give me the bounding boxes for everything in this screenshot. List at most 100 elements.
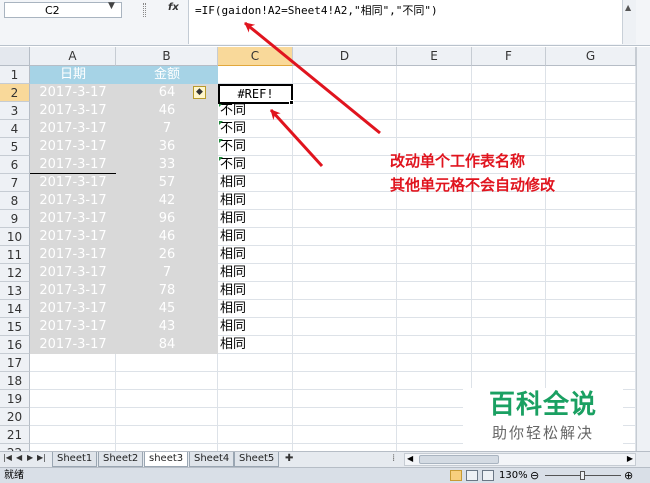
column-header-c[interactable]: C [218,47,293,66]
cell-c9[interactable]: 相同 [218,210,293,228]
formula-input[interactable]: =IF(gaidon!A2=Sheet4!A2,"相同","不同") ▲ [188,0,636,44]
cell-c3[interactable]: 不同 [218,102,293,120]
row-header-19[interactable]: 19 [0,390,30,408]
select-all-corner[interactable] [0,47,30,66]
first-sheet-icon[interactable]: |◀ [3,453,12,462]
row-header-11[interactable]: 11 [0,246,30,264]
cell-c15[interactable]: 相同 [218,318,293,336]
row-header-17[interactable]: 17 [0,354,30,372]
cell-c5[interactable]: 不同 [218,138,293,156]
zoom-out-icon[interactable]: ⊖ [530,468,539,483]
cell-b13[interactable]: 78 [116,282,218,300]
formula-bar-grip-icon[interactable] [143,3,146,17]
page-layout-view-icon[interactable] [466,470,478,481]
column-header-b[interactable]: B [116,47,218,66]
cell-b5[interactable]: 36 [116,138,218,156]
sheet-tab-sheet2[interactable]: Sheet2 [98,452,144,467]
horizontal-scrollbar[interactable]: ◀ ▶ [404,453,636,466]
horizontal-scroll-thumb[interactable] [419,455,499,464]
cell-b16[interactable]: 84 [116,336,218,354]
cell-a12[interactable]: 2017-3-17 [30,264,116,282]
column-header-e[interactable]: E [397,47,472,66]
cell-c10[interactable]: 相同 [218,228,293,246]
formula-bar-expand[interactable]: ▲ [622,0,636,44]
cell-c6[interactable]: 不同 [218,156,293,174]
tab-split-handle-icon[interactable]: ⁞ [392,453,395,464]
cell-a9[interactable]: 2017-3-17 [30,210,116,228]
cell-c16[interactable]: 相同 [218,336,293,354]
row-header-14[interactable]: 14 [0,300,30,318]
cell-a14[interactable]: 2017-3-17 [30,300,116,318]
cell-a13[interactable]: 2017-3-17 [30,282,116,300]
fill-handle[interactable] [289,100,294,105]
row-header-3[interactable]: 3 [0,102,30,120]
column-header-g[interactable]: G [546,47,636,66]
vertical-scrollbar[interactable] [636,47,650,451]
cell-c12[interactable]: 相同 [218,264,293,282]
last-sheet-icon[interactable]: ▶| [37,453,46,462]
sheet-tab-sheet3[interactable]: sheet3 [144,452,189,467]
row-header-10[interactable]: 10 [0,228,30,246]
cell-a1-header-date[interactable]: 日期 [30,66,116,84]
cell-a10[interactable]: 2017-3-17 [30,228,116,246]
zoom-slider-thumb[interactable] [580,471,585,480]
insert-sheet-icon[interactable]: ✚ [285,453,293,464]
row-header-13[interactable]: 13 [0,282,30,300]
cell-c13[interactable]: 相同 [218,282,293,300]
name-box[interactable]: C2 [4,2,122,18]
page-break-view-icon[interactable] [482,470,494,481]
zoom-in-icon[interactable]: ⊕ [624,468,633,483]
zoom-level[interactable]: 130% [499,468,528,483]
cell-a8[interactable]: 2017-3-17 [30,192,116,210]
cell-c14[interactable]: 相同 [218,300,293,318]
cell-c7[interactable]: 相同 [218,174,293,192]
name-box-dropdown-icon[interactable]: ▼ [108,1,115,11]
row-header-2[interactable]: 2 [0,84,30,102]
row-header-5[interactable]: 5 [0,138,30,156]
cell-a2[interactable]: 2017-3-17 [30,84,116,102]
row-header-6[interactable]: 6 [0,156,30,174]
row-header-21[interactable]: 21 [0,426,30,444]
sheet-tab-sheet1[interactable]: Sheet1 [52,452,98,467]
cell-b12[interactable]: 7 [116,264,218,282]
prev-sheet-icon[interactable]: ◀ [16,453,22,462]
cell-b10[interactable]: 46 [116,228,218,246]
cell-b4[interactable]: 7 [116,120,218,138]
cell-a16[interactable]: 2017-3-17 [30,336,116,354]
sheet-tab-sheet4[interactable]: Sheet4 [189,452,235,467]
row-header-9[interactable]: 9 [0,210,30,228]
cell-b1-header-amount[interactable]: 金额 [116,66,218,84]
cell-a5[interactable]: 2017-3-17 [30,138,116,156]
error-warning-icon[interactable]: ◆ [193,86,206,99]
row-header-15[interactable]: 15 [0,318,30,336]
cell-b11[interactable]: 26 [116,246,218,264]
insert-function-icon[interactable]: fx [168,2,179,13]
row-header-12[interactable]: 12 [0,264,30,282]
cell-b9[interactable]: 96 [116,210,218,228]
cell-b3[interactable]: 46 [116,102,218,120]
cell-c8[interactable]: 相同 [218,192,293,210]
cell-b7[interactable]: 57 [116,174,218,192]
scroll-right-icon[interactable]: ▶ [627,454,633,463]
row-header-4[interactable]: 4 [0,120,30,138]
cell-c11[interactable]: 相同 [218,246,293,264]
cell-b15[interactable]: 43 [116,318,218,336]
sheet-tab-sheet5[interactable]: Sheet5 [234,452,280,467]
row-header-8[interactable]: 8 [0,192,30,210]
column-header-a[interactable]: A [30,47,116,66]
row-header-20[interactable]: 20 [0,408,30,426]
cell-b14[interactable]: 45 [116,300,218,318]
cell-c4[interactable]: 不同 [218,120,293,138]
cell-b6[interactable]: 33 [116,156,218,174]
cell-a7[interactable]: 2017-3-17 [30,174,116,192]
active-cell-c2[interactable]: #REF! [218,84,293,104]
normal-view-icon[interactable] [450,470,462,481]
cell-a3[interactable]: 2017-3-17 [30,102,116,120]
scroll-left-icon[interactable]: ◀ [407,454,413,463]
row-header-16[interactable]: 16 [0,336,30,354]
row-header-7[interactable]: 7 [0,174,30,192]
row-header-18[interactable]: 18 [0,372,30,390]
next-sheet-icon[interactable]: ▶ [27,453,33,462]
chevron-up-icon[interactable]: ▲ [625,3,631,12]
cell-b8[interactable]: 42 [116,192,218,210]
